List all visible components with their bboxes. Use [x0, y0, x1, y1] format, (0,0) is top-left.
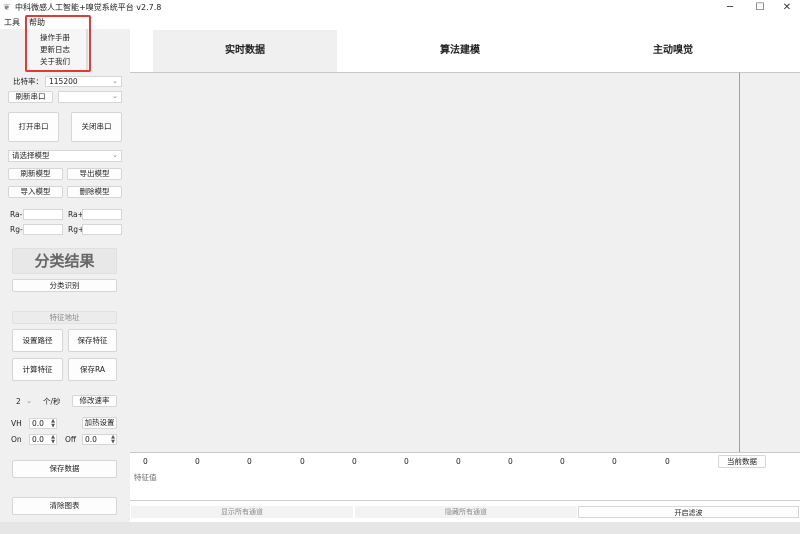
- channel-value: 0: [560, 457, 565, 466]
- rate-unit: 个/秒: [43, 397, 61, 406]
- heat-settings-button[interactable]: 加热设置: [82, 417, 117, 429]
- delete-model-button[interactable]: 删除模型: [67, 186, 122, 198]
- plot-legend-panel: [740, 72, 800, 452]
- close-port-button[interactable]: 关闭串口: [71, 112, 122, 142]
- filter-toggle-button[interactable]: 开启滤波: [578, 506, 799, 518]
- save-data-button[interactable]: 保存数据: [12, 460, 117, 478]
- baud-value: 115200: [49, 77, 78, 86]
- chevron-down-icon: ⌄: [112, 151, 118, 159]
- open-port-button[interactable]: 打开串口: [8, 112, 59, 142]
- vh-label: VH: [11, 419, 22, 428]
- change-rate-button[interactable]: 修改速率: [72, 395, 117, 407]
- chevron-down-icon: ⌄: [112, 92, 118, 100]
- on-value: 0.0: [32, 435, 44, 444]
- calc-feature-button[interactable]: 计算特征: [12, 358, 63, 381]
- channel-value: 0: [352, 457, 357, 466]
- baud-label: 比特率：: [13, 77, 43, 86]
- refresh-model-button[interactable]: 刷新模型: [8, 168, 63, 180]
- chevron-down-icon: ⌄: [26, 397, 32, 405]
- save-feature-button[interactable]: 保存特征: [68, 329, 117, 352]
- leaf-logo-icon: ❦: [3, 3, 11, 13]
- import-model-button[interactable]: 导入模型: [8, 186, 63, 198]
- port-select[interactable]: ⌄: [58, 91, 122, 103]
- off-stepper[interactable]: 0.0 ▲ ▼: [82, 434, 117, 445]
- model-select[interactable]: 请选择模型 ⌄: [8, 150, 122, 162]
- current-data-button[interactable]: 当前数据: [718, 455, 766, 468]
- channel-readout: [130, 452, 800, 500]
- baud-select[interactable]: 115200 ⌄: [45, 76, 122, 87]
- stepper-arrows-icon[interactable]: ▲ ▼: [111, 435, 115, 445]
- channel-value: 0: [247, 457, 252, 466]
- hide-all-channels-button[interactable]: 隐藏所有通道: [355, 506, 577, 518]
- menu-bar: [0, 16, 800, 29]
- rg-plus-input[interactable]: [82, 224, 122, 235]
- feature-address-field: 特征地址: [12, 311, 117, 324]
- rate-value: 2: [16, 397, 21, 406]
- feature-value-label: 特征值: [134, 473, 157, 482]
- refresh-port-button[interactable]: 刷新串口: [8, 91, 53, 103]
- tab-active-olfaction[interactable]: 主动嗅觉: [583, 30, 763, 72]
- rate-select[interactable]: 2 ⌄: [12, 396, 36, 408]
- clear-chart-button[interactable]: 清除图表: [12, 497, 117, 515]
- menu-tools[interactable]: 工具: [2, 16, 22, 29]
- classification-result: 分类结果: [12, 248, 117, 274]
- on-label: On: [11, 435, 22, 444]
- on-stepper[interactable]: 0.0 ▲ ▼: [29, 434, 57, 445]
- rg-minus-label: Rg-: [10, 225, 23, 234]
- minimize-icon[interactable]: ─: [715, 0, 745, 16]
- vh-stepper[interactable]: 0.0 ▲ ▼: [29, 418, 57, 429]
- realtime-plot-area[interactable]: [130, 72, 740, 452]
- status-bar: [0, 522, 800, 534]
- tab-realtime-data[interactable]: 实时数据: [153, 30, 337, 72]
- channel-value: 0: [300, 457, 305, 466]
- highlight-box: [25, 15, 91, 72]
- show-all-channels-button[interactable]: 显示所有通道: [131, 506, 353, 518]
- ra-minus-input[interactable]: [23, 209, 63, 220]
- stepper-arrows-icon[interactable]: ▲ ▼: [51, 435, 55, 445]
- ra-plus-input[interactable]: [82, 209, 122, 220]
- ra-minus-label: Ra-: [10, 210, 23, 219]
- close-icon[interactable]: ✕: [772, 0, 800, 16]
- classify-button[interactable]: 分类识别: [12, 279, 117, 292]
- save-ra-button[interactable]: 保存RA: [68, 358, 117, 381]
- channel-value: 0: [195, 457, 200, 466]
- export-model-button[interactable]: 导出模型: [67, 168, 122, 180]
- tab-algorithm-modeling[interactable]: 算法建模: [370, 30, 550, 72]
- channel-value: 0: [456, 457, 461, 466]
- off-label: Off: [65, 435, 77, 444]
- set-path-button[interactable]: 设置路径: [12, 329, 63, 352]
- maximize-icon[interactable]: ☐: [745, 0, 775, 16]
- vh-value: 0.0: [32, 419, 44, 428]
- stepper-arrows-icon[interactable]: ▲ ▼: [51, 419, 55, 429]
- channel-value: 0: [665, 457, 670, 466]
- channel-value: 0: [404, 457, 409, 466]
- channel-value: 0: [612, 457, 617, 466]
- chevron-down-icon: ⌄: [112, 77, 118, 85]
- rg-minus-input[interactable]: [23, 224, 63, 235]
- off-value: 0.0: [85, 435, 97, 444]
- window-title: 中科微感人工智能+嗅觉系统平台 v2.7.8: [15, 3, 162, 12]
- channel-value: 0: [508, 457, 513, 466]
- channel-value: 0: [143, 457, 148, 466]
- model-select-value: 请选择模型: [12, 151, 50, 160]
